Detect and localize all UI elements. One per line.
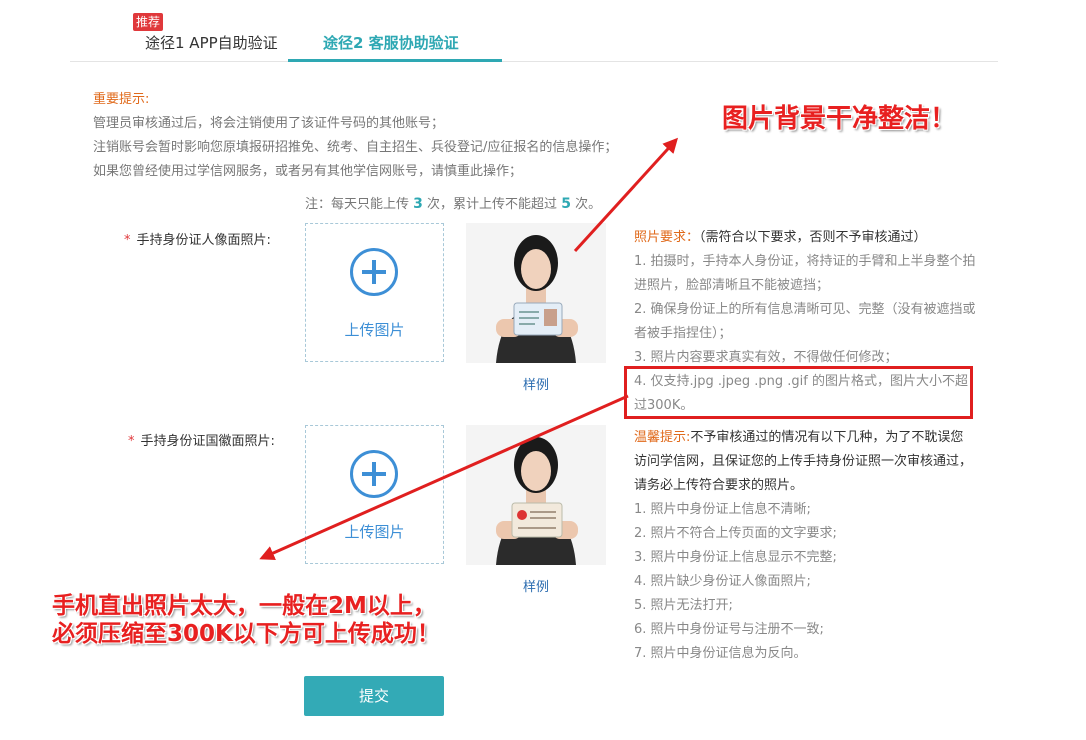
annotation-size-line2: 必须压缩至300K以下方可上传成功！ <box>52 621 440 647</box>
annotation-size-note: 手机直出照片太大，一般在2M以上， 必须压缩至300K以下方可上传成功！ <box>52 592 440 648</box>
arrow-to-size-limit <box>259 394 629 561</box>
arrow-to-background <box>573 137 679 253</box>
annotation-size-line1: 手机直出照片太大，一般在2M以上， <box>52 593 436 619</box>
annotation-clean-background: 图片背景干净整洁！ <box>722 104 957 134</box>
